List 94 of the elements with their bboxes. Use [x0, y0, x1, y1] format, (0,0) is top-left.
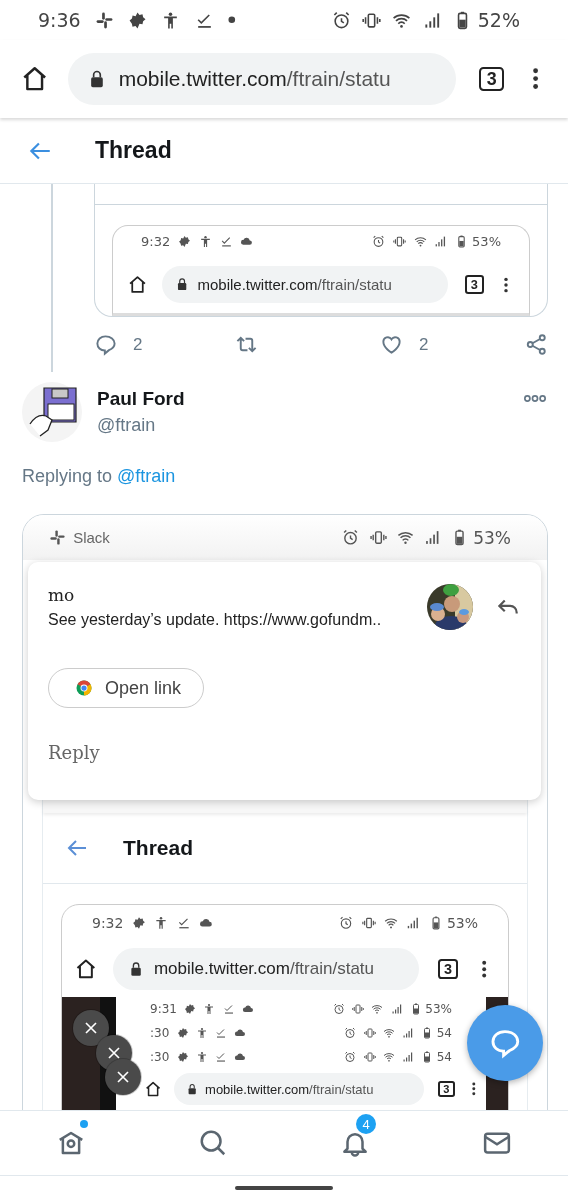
accessibility-icon	[203, 1003, 216, 1015]
wifi-icon	[413, 234, 427, 248]
status-time: 9:36	[38, 9, 81, 31]
tab-count-button[interactable]: 3	[464, 275, 484, 294]
alarm-icon	[372, 234, 385, 248]
url-field[interactable]: mobile.twitter.com/ftrain/statu	[68, 52, 457, 106]
avatar[interactable]	[22, 382, 82, 442]
vibrate-icon	[363, 1051, 376, 1063]
vibrate-icon	[361, 10, 381, 30]
status-time: :30	[150, 1050, 170, 1064]
signal-icon	[401, 1051, 414, 1063]
wifi-icon	[382, 1051, 395, 1063]
signal-icon	[401, 1027, 414, 1039]
wifi-icon	[371, 1003, 384, 1015]
reply-count: 2	[133, 334, 143, 355]
search-icon[interactable]	[198, 1128, 228, 1158]
accessibility-icon	[195, 1051, 208, 1063]
battery-percent: 52%	[477, 9, 520, 31]
vibrate-icon	[392, 234, 406, 248]
slack-icon	[94, 10, 114, 30]
status-time: 9:32	[92, 915, 124, 931]
badge-icon	[184, 1003, 197, 1015]
url-field[interactable]: mobile.twitter.com/ftrain/statu	[173, 1073, 424, 1105]
badge-icon	[176, 1051, 189, 1063]
wifi-icon	[382, 1027, 395, 1039]
battery-percent: 54	[436, 1026, 452, 1040]
status-time: :30	[150, 1026, 170, 1040]
status-time: 9:31	[150, 1002, 177, 1016]
check-icon	[214, 1051, 227, 1063]
signal-icon	[434, 234, 448, 248]
notification-badge: 4	[356, 1114, 376, 1134]
signal-icon	[422, 10, 442, 30]
url-field[interactable]: mobile.twitter.com/ftrain/statu	[161, 265, 449, 304]
battery-percent: 53%	[473, 527, 511, 548]
accessibility-icon	[195, 1027, 208, 1039]
like-count: 2	[419, 334, 429, 355]
alarm-icon	[339, 916, 354, 930]
battery-percent: 53%	[446, 915, 478, 931]
tab-count-button[interactable]: 3	[437, 958, 459, 980]
check-icon	[219, 234, 233, 248]
vibrate-icon	[361, 916, 376, 930]
tab-count-button[interactable]: 3	[438, 1080, 455, 1098]
cloud-icon	[234, 1051, 247, 1063]
battery-percent: 54	[436, 1050, 452, 1064]
reply-button[interactable]: Reply	[48, 742, 100, 763]
home-icon[interactable]	[74, 957, 98, 981]
badge-icon	[128, 10, 148, 30]
comment-icon[interactable]	[94, 333, 117, 356]
signal-icon	[423, 529, 441, 546]
cloud-icon	[199, 916, 213, 930]
dot-icon	[227, 16, 236, 24]
status-time: 9:32	[141, 233, 171, 249]
check-icon	[222, 1003, 235, 1015]
more-icon[interactable]	[524, 394, 546, 403]
wifi-icon	[396, 529, 414, 546]
sender-name: mo	[48, 585, 76, 605]
page-title: Thread	[95, 137, 172, 164]
vibrate-icon	[352, 1003, 365, 1015]
battery-percent: 53%	[472, 233, 501, 249]
slack-icon	[49, 529, 66, 546]
alarm-icon	[344, 1027, 357, 1039]
alarm-icon	[333, 1003, 345, 1015]
battery-percent: 53%	[425, 1002, 452, 1016]
user-name: Paul Ford	[97, 388, 185, 410]
signal-icon	[406, 916, 421, 930]
cloud-icon	[234, 1027, 247, 1039]
signal-icon	[390, 1003, 403, 1015]
url-field[interactable]: mobile.twitter.com/ftrain/statu	[113, 947, 419, 991]
chrome-icon	[75, 679, 93, 697]
check-icon	[176, 916, 191, 930]
wifi-icon	[383, 916, 398, 930]
message-text: See yesterday’s update. https://www.gofundm..	[48, 611, 383, 629]
alarm-icon	[344, 1051, 357, 1063]
app-name: Slack	[73, 529, 110, 546]
alarm-icon	[331, 10, 351, 30]
badge-icon	[176, 1027, 189, 1039]
heart-icon[interactable]	[380, 333, 403, 356]
home-icon[interactable]	[127, 274, 148, 295]
open-link-button[interactable]: Open link	[48, 668, 205, 708]
cloud-icon	[241, 1003, 254, 1015]
check-icon	[214, 1027, 227, 1039]
badge-icon	[178, 234, 191, 248]
vibrate-icon	[369, 529, 387, 546]
user-handle: @ftrain	[97, 415, 157, 436]
share-icon[interactable]	[525, 333, 548, 356]
badge-icon	[131, 916, 146, 930]
replying-label: Replying to	[22, 465, 113, 488]
tab-count-button[interactable]: 3	[479, 66, 504, 92]
accessibility-icon	[154, 916, 169, 930]
vibrate-icon	[363, 1027, 376, 1039]
page-title: Thread	[123, 836, 193, 860]
alarm-icon	[342, 529, 360, 546]
accessibility-icon	[198, 234, 212, 248]
home-icon[interactable]	[144, 1079, 163, 1099]
